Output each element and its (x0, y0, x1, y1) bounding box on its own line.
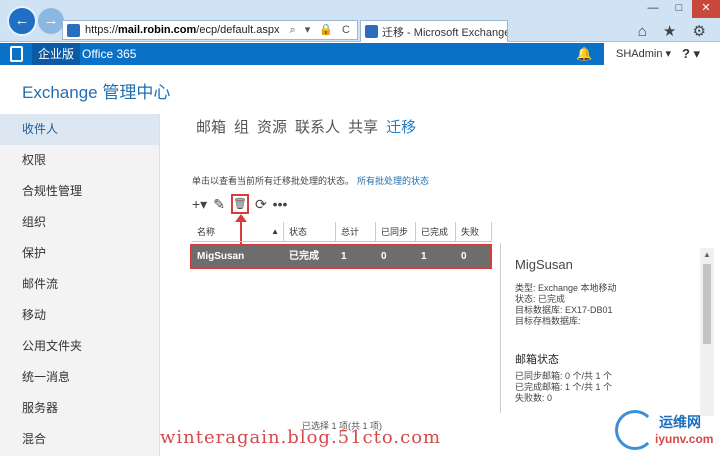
window-close-button[interactable]: ✕ (692, 0, 720, 18)
watermark-text: winteragain.blog.51cto.com (160, 427, 442, 448)
details-pane: MigSusan 类型: Exchange 本地移动 状态: 已完成 目标数据库… (500, 243, 720, 413)
scrollbar-thumb[interactable] (703, 264, 711, 344)
batch-status-info: 单击以查看当前所有迁移批处理的状态。 所有批处理的状态 (192, 174, 429, 187)
browser-chrome: ← → https://mail.robin.com/ecp/default.a… (0, 0, 720, 42)
column-header-completed[interactable]: 已完成 (416, 222, 456, 241)
sidebar-item-organization[interactable]: 组织 (0, 207, 159, 238)
column-header-status[interactable]: 状态 (284, 222, 336, 241)
sidebar-item-servers[interactable]: 服务器 (0, 393, 159, 424)
help-menu[interactable]: ? ▾ (678, 43, 720, 65)
tab-mailboxes[interactable]: 邮箱 (196, 116, 226, 137)
all-batches-status-link[interactable]: 所有批处理的状态 (357, 176, 429, 186)
details-title: MigSusan (515, 257, 573, 272)
notification-bell-icon[interactable]: 🔔 (576, 46, 592, 62)
back-arrow-icon[interactable]: ← (7, 6, 37, 36)
tab-groups[interactable]: 组 (234, 116, 249, 137)
top-navigation: 邮箱 组 资源 联系人 共享 迁移 (196, 116, 416, 137)
refresh-icon[interactable]: ⟳ (255, 194, 267, 214)
column-header-name[interactable]: 名称 ▲ (192, 222, 284, 241)
column-header-synced[interactable]: 已同步 (376, 222, 416, 241)
sidebar-item-public-folders[interactable]: 公用文件夹 (0, 331, 159, 362)
sidebar-item-protection[interactable]: 保护 (0, 238, 159, 269)
address-tools-icons[interactable]: ⌕ ▾ 🔒 C (290, 23, 354, 37)
logo-cn-text: 运维网 (659, 414, 701, 430)
more-icon[interactable]: ••• (273, 194, 288, 214)
sidebar-item-hybrid[interactable]: 混合 (0, 424, 159, 455)
edit-icon[interactable]: ✎ (213, 194, 225, 214)
sidebar-item-mail-flow[interactable]: 邮件流 (0, 269, 159, 300)
sidebar-item-mobile[interactable]: 移动 (0, 300, 159, 331)
window-minimize-button[interactable]: — (640, 0, 666, 18)
table-header: 名称 ▲ 状态 总计 已同步 已完成 失败 (192, 222, 492, 242)
sidebar-item-unified-messaging[interactable]: 统一消息 (0, 362, 159, 393)
address-bar[interactable]: https://mail.robin.com/ecp/default.aspx … (62, 20, 358, 40)
prop-target-archive-db: 目标存档数据库: (515, 316, 581, 326)
address-url[interactable]: https://mail.robin.com/ecp/default.aspx (85, 24, 290, 36)
office-logo-icon[interactable] (10, 46, 23, 62)
stat-synced: 已同步邮箱: 0 个/共 1 个 (515, 371, 613, 381)
page-favicon-icon (67, 23, 80, 37)
tab-title: 迁移 - Microsoft Exchange (382, 26, 508, 39)
column-header-total[interactable]: 总计 (336, 222, 376, 241)
sort-ascending-icon: ▲ (271, 227, 279, 236)
forward-arrow-icon[interactable]: → (38, 8, 64, 34)
annotation-highlight-box (190, 244, 492, 269)
user-menu[interactable]: SHAdmin ▾ (604, 43, 678, 65)
browser-tab[interactable]: 迁移 - Microsoft Exchange × (360, 20, 508, 42)
mailbox-status-heading: 邮箱状态 (515, 354, 559, 366)
sidebar-item-recipients[interactable]: 收件人 (0, 114, 159, 145)
stat-failed: 失败数: 0 (515, 393, 553, 403)
stat-completed: 已完成邮箱: 1 个/共 1 个 (515, 382, 613, 392)
watermark-logo: 运维网 iyunv.com (615, 408, 719, 454)
tab-enterprise[interactable]: 企业版 (32, 43, 81, 65)
tab-office365[interactable]: Office 365 (82, 43, 136, 65)
mailbox-status-stats: 已同步邮箱: 0 个/共 1 个 已完成邮箱: 1 个/共 1 个 失败数: 0 (515, 371, 612, 404)
delete-icon[interactable]: 🗑 (230, 194, 249, 214)
sidebar-item-permissions[interactable]: 权限 (0, 145, 159, 176)
add-icon[interactable]: +▾ (192, 194, 207, 214)
tab-shared[interactable]: 共享 (348, 116, 378, 137)
prop-status: 状态: 已完成 (515, 294, 566, 304)
prop-target-db: 目标数据库: EX17-DB01 (515, 305, 613, 315)
office-suite-bar: 企业版 Office 365 🔔 SHAdmin ▾ ? ▾ (0, 43, 720, 65)
tab-contacts[interactable]: 联系人 (295, 116, 340, 137)
logo-circle-icon (615, 410, 655, 450)
tab-favicon-icon (365, 25, 378, 38)
tab-resources[interactable]: 资源 (257, 116, 287, 137)
toolbar: +▾ ✎ 🗑 ⟳ ••• (192, 192, 287, 216)
prop-type: 类型: Exchange 本地移动 (515, 283, 617, 293)
logo-en-text: iyunv.com (655, 432, 714, 446)
browser-home-favorites-settings-icons[interactable]: ⌂ ★ ⚙ (638, 22, 712, 40)
window-maximize-button[interactable]: □ (666, 0, 692, 18)
scroll-up-icon[interactable]: ▲ (703, 250, 711, 259)
page-title: Exchange 管理中心 (22, 83, 171, 102)
column-header-failed[interactable]: 失败 (456, 222, 492, 241)
tab-migration[interactable]: 迁移 (386, 116, 416, 137)
info-text: 单击以查看当前所有迁移批处理的状态。 (192, 176, 355, 186)
sidebar-item-compliance[interactable]: 合规性管理 (0, 176, 159, 207)
details-properties: 类型: Exchange 本地移动 状态: 已完成 目标数据库: EX17-DB… (515, 283, 617, 327)
details-scrollbar[interactable]: ▲ (700, 248, 714, 416)
sidebar: 收件人 权限 合规性管理 组织 保护 邮件流 移动 公用文件夹 统一消息 服务器… (0, 114, 160, 456)
